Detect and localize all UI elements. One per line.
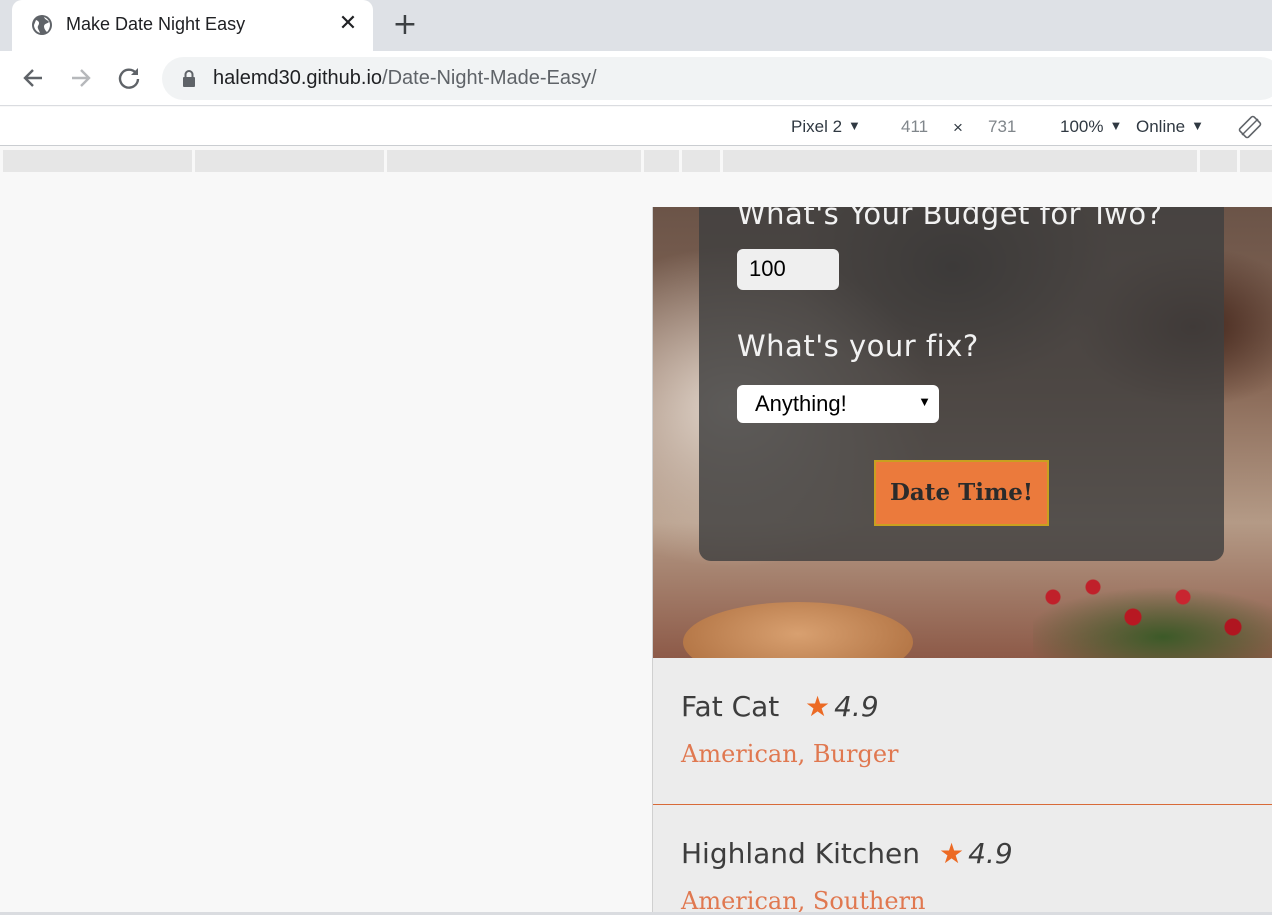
network-label: Online xyxy=(1136,117,1186,136)
dropdown-arrow-icon: ▼ xyxy=(918,394,931,409)
browser-toolbar: halemd30.github.io/Date-Night-Made-Easy/ xyxy=(0,51,1272,106)
media-query-segment[interactable] xyxy=(3,150,192,172)
zoom-label: 100% xyxy=(1060,117,1104,136)
url-host: halemd30.github.io xyxy=(213,67,383,89)
caret-down-icon: ▼ xyxy=(848,118,861,133)
rating-value: 4.9 xyxy=(834,690,879,723)
tab-close-icon[interactable]: ✕ xyxy=(337,13,359,35)
restaurant-cuisine: American, Southern xyxy=(681,887,926,913)
restaurant-name: Fat Cat xyxy=(681,690,780,723)
width-field[interactable]: 411 xyxy=(901,117,928,137)
device-label: Pixel 2 xyxy=(791,117,843,136)
caret-down-icon: ▼ xyxy=(1191,118,1205,133)
device-select[interactable]: Pixel 2 ▼ xyxy=(791,117,861,137)
media-query-segment[interactable] xyxy=(195,150,384,172)
date-time-button[interactable]: Date Time! xyxy=(874,460,1049,526)
restaurant-rating: ★ 4.9 xyxy=(939,837,1013,870)
network-select[interactable]: Online ▼ xyxy=(1136,117,1204,137)
cuisine-select[interactable]: Anything! ▼ xyxy=(737,385,939,423)
media-query-segment[interactable] xyxy=(723,150,1197,172)
restaurant-name: Highland Kitchen xyxy=(681,837,920,870)
hero-background-image: What's Your Budget for Two? 100 What's y… xyxy=(653,207,1272,658)
media-query-segment[interactable] xyxy=(644,150,679,172)
budget-question: What's Your Budget for Two? xyxy=(737,207,1163,231)
media-query-segment[interactable] xyxy=(387,150,641,172)
budget-input[interactable]: 100 xyxy=(737,249,839,290)
url-path: /Date-Night-Made-Easy/ xyxy=(382,67,597,89)
device-toolbar: Pixel 2 ▼ 411 × 731 100% ▼ Online ▼ xyxy=(0,107,1272,146)
star-icon: ★ xyxy=(805,690,831,723)
media-query-bar xyxy=(0,147,1272,175)
new-tab-button[interactable]: + xyxy=(390,10,420,40)
restaurant-card[interactable]: Fat Cat ★ 4.9 American, Burger xyxy=(653,658,1272,805)
berries-image xyxy=(1033,567,1272,658)
lock-icon[interactable] xyxy=(182,70,196,87)
zoom-select[interactable]: 100% ▼ xyxy=(1060,117,1122,137)
star-icon: ★ xyxy=(939,837,965,870)
restaurant-rating: ★ 4.9 xyxy=(805,690,879,723)
tab-title: Make Date Night Easy xyxy=(66,14,246,34)
forward-arrow-icon[interactable] xyxy=(66,63,96,93)
height-field[interactable]: 731 xyxy=(988,117,1016,137)
url-text: halemd30.github.io/Date-Night-Made-Easy/ xyxy=(213,67,597,90)
fix-question: What's your fix? xyxy=(737,329,979,363)
caret-down-icon: ▼ xyxy=(1109,118,1123,133)
cuisine-select-value: Anything! xyxy=(755,391,847,416)
budget-value: 100 xyxy=(749,256,786,281)
rotate-icon[interactable] xyxy=(1238,115,1262,139)
media-query-segment[interactable] xyxy=(682,150,720,172)
browser-tab[interactable]: Make Date Night Easy ✕ xyxy=(12,0,373,51)
device-viewport: What's Your Budget for Two? 100 What's y… xyxy=(652,207,1272,913)
tab-strip: Make Date Night Easy ✕ + xyxy=(0,0,1272,51)
back-arrow-icon[interactable] xyxy=(18,63,48,93)
search-form-card: What's Your Budget for Two? 100 What's y… xyxy=(699,207,1224,561)
globe-icon xyxy=(32,15,52,35)
address-bar[interactable]: halemd30.github.io/Date-Night-Made-Easy/ xyxy=(162,57,1272,100)
reload-icon[interactable] xyxy=(114,63,144,93)
restaurant-card[interactable]: Highland Kitchen ★ 4.9 American, Southern xyxy=(653,805,1272,913)
dimension-separator: × xyxy=(953,118,963,137)
media-query-segment[interactable] xyxy=(1240,150,1272,172)
bread-image xyxy=(683,602,913,658)
restaurant-cuisine: American, Burger xyxy=(681,740,899,768)
rating-value: 4.9 xyxy=(968,837,1013,870)
media-query-segment[interactable] xyxy=(1200,150,1237,172)
